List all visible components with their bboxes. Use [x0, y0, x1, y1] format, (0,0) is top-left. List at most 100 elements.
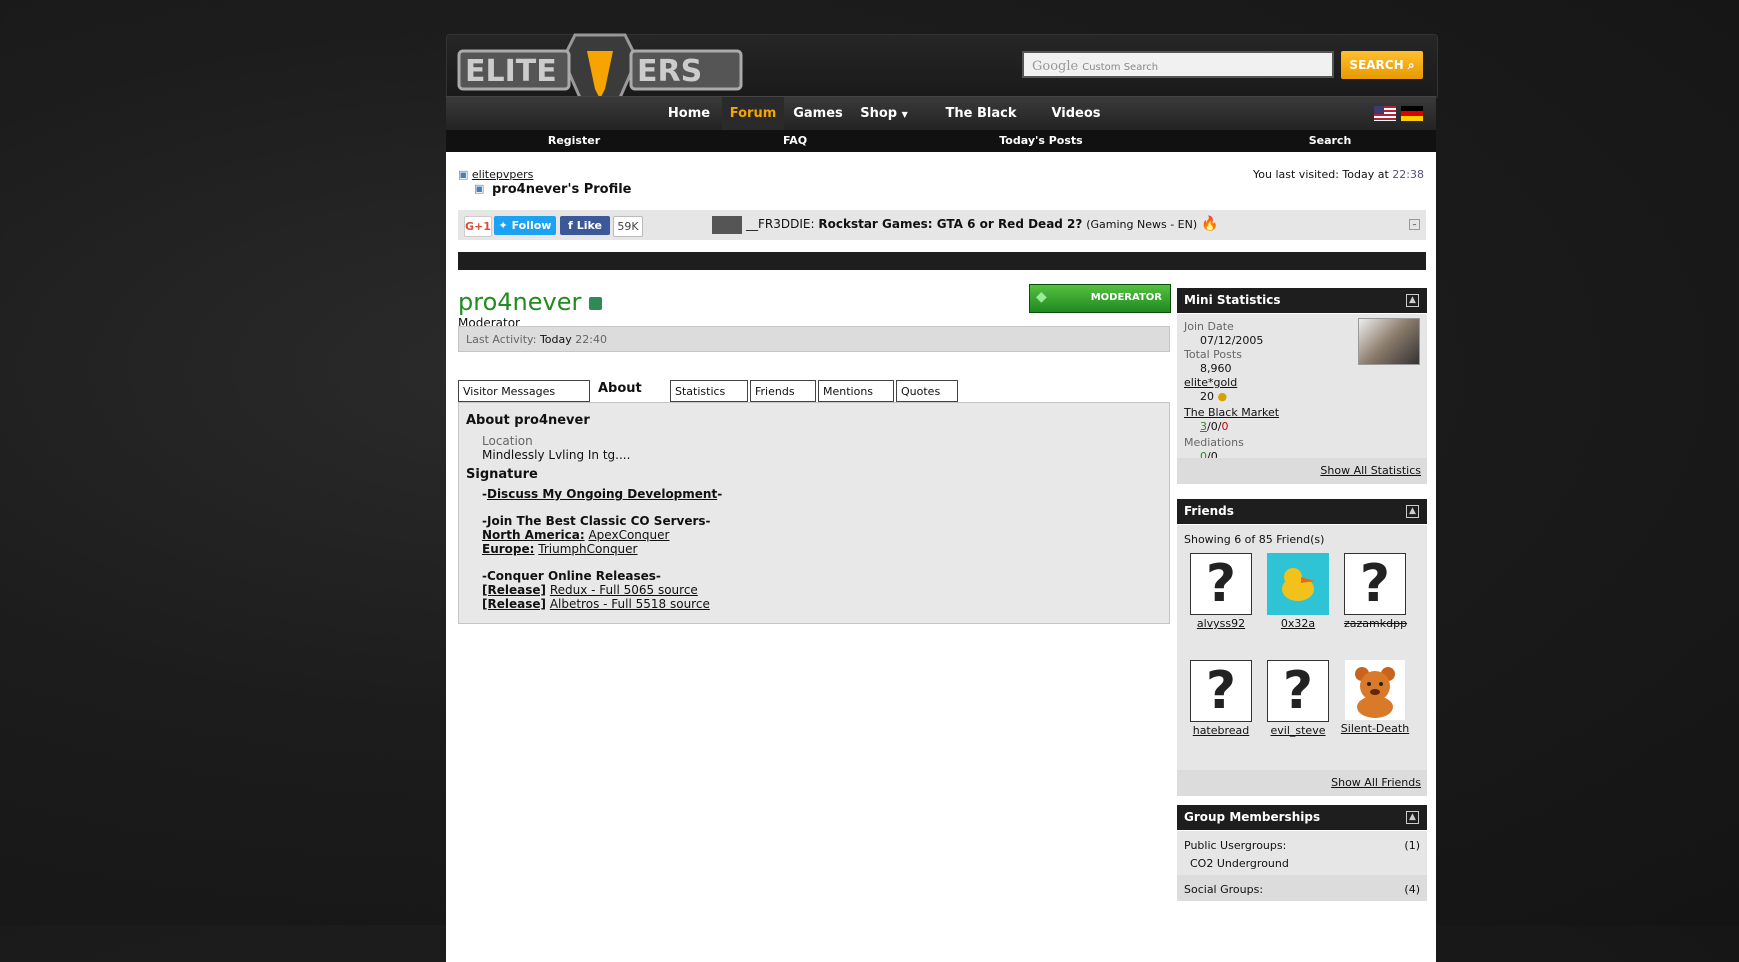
sig-na-link[interactable]: ApexConquer [588, 528, 669, 542]
separator-bar [458, 252, 1426, 270]
nav-videos[interactable]: Videos [1046, 97, 1106, 131]
mini-stats-title: Mini Statistics [1184, 293, 1281, 307]
badge-logo-icon: ◆ [1036, 289, 1047, 305]
about-heading: About pro4never [466, 413, 590, 428]
tab-statistics[interactable]: Statistics [670, 380, 748, 402]
sig-eu-link[interactable]: TriumphConquer [538, 542, 637, 556]
friend-item[interactable]: ? evil_steve [1267, 660, 1329, 737]
nav-home[interactable]: Home [662, 97, 716, 131]
friend-name[interactable]: 0x32a [1281, 617, 1315, 630]
default-avatar-icon: ? [1267, 660, 1329, 722]
elite-gold-value: 20 ● [1184, 390, 1279, 404]
collapse-icon[interactable]: – [1409, 219, 1420, 230]
release-tag[interactable]: [Release] [482, 597, 546, 611]
friend-item[interactable]: Silent-Death [1337, 660, 1413, 735]
friend-item[interactable]: ? alvyss92 [1190, 553, 1252, 630]
page-wrapper: ELITE ERS Google Custom Search SEARCH ⌕ H… [446, 33, 1438, 962]
sig-eu-label[interactable]: Europe: [482, 542, 534, 556]
subnav-todays-posts[interactable]: Today's Posts [986, 130, 1096, 152]
google-plus-button[interactable]: G+1 [464, 216, 492, 237]
coin-icon: ● [1217, 390, 1228, 403]
nav-black-market[interactable]: The Black Market [920, 97, 1042, 155]
elite-gold-link[interactable]: elite*gold [1184, 376, 1279, 390]
release-1-link[interactable]: Redux - Full 5065 source [550, 583, 698, 597]
sig-dev-link[interactable]: Discuss My Ongoing Development [487, 487, 717, 501]
friend-avatar [1267, 553, 1329, 615]
collapse-icon[interactable]: ▲ [1406, 294, 1419, 307]
friends-footer: Show All Friends [1177, 770, 1427, 796]
profile-avatar[interactable] [1358, 318, 1420, 365]
tab-quotes[interactable]: Quotes [896, 380, 958, 402]
friend-name[interactable]: zazamkdpp [1344, 617, 1407, 630]
friend-name[interactable]: hatebread [1193, 724, 1250, 737]
release-2[interactable]: [Release] Albetros - Full 5518 source [482, 597, 1162, 611]
friend-name[interactable]: evil_steve [1271, 724, 1326, 737]
friend-item[interactable]: 0x32a [1267, 553, 1329, 630]
twitter-follow-button[interactable]: ✦ Follow [494, 216, 556, 235]
google-brand: Google [1032, 59, 1079, 74]
duck-avatar-icon [1282, 568, 1315, 601]
subnav-search[interactable]: Search [1300, 130, 1360, 152]
sig-na-label[interactable]: North America: [482, 528, 585, 542]
nav-forum[interactable]: Forum [722, 97, 784, 131]
facebook-icon: f [568, 219, 573, 232]
collapse-icon[interactable]: ▲ [1406, 811, 1419, 824]
collapse-icon[interactable]: ▲ [1406, 505, 1419, 518]
mini-stats-body: Join Date 07/12/2005 Total Posts 8,960 e… [1177, 314, 1427, 484]
sig-releases: -Conquer Online Releases- [482, 569, 661, 583]
activity-label: Last Activity: [466, 333, 537, 346]
search-input[interactable]: Google Custom Search [1022, 51, 1334, 78]
market-positive[interactable]: 3 [1200, 420, 1207, 433]
breadcrumb-root-link[interactable]: elitepvpers [472, 168, 533, 181]
news-thumbnail[interactable] [712, 216, 742, 234]
forum-home-icon: ▣ [458, 168, 469, 181]
nav-games[interactable]: Games [786, 97, 850, 131]
show-all-friends-link[interactable]: Show All Friends [1331, 776, 1421, 789]
friend-item[interactable]: ? hatebread [1190, 660, 1252, 737]
facebook-like-button[interactable]: f Like [560, 216, 610, 235]
news-author: __FR3DDIE: [746, 217, 815, 231]
like-label: Like [576, 219, 602, 232]
follow-label: Follow [511, 219, 552, 232]
friend-name[interactable]: Silent-Death [1341, 722, 1409, 735]
nav-shop[interactable]: Shop ▼ [852, 97, 916, 131]
search-button[interactable]: SEARCH ⌕ [1341, 51, 1423, 79]
friend-item[interactable]: ? zazamkdpp [1344, 553, 1407, 630]
tab-mentions[interactable]: Mentions [818, 380, 894, 402]
de-flag-icon[interactable] [1401, 106, 1423, 121]
black-market-ratings: 3/0/0 [1200, 420, 1229, 433]
groups-title: Group Memberships [1184, 810, 1321, 824]
black-market-link[interactable]: The Black Market [1184, 406, 1279, 420]
gold-amount: 20 [1200, 390, 1214, 403]
signature-heading: Signature [466, 467, 538, 482]
activity-day: Today [539, 333, 572, 346]
friends-body: Showing 6 of 85 Friend(s) ? alvyss92 0x3… [1177, 525, 1427, 796]
profile-username: pro4never [458, 288, 602, 316]
moderator-badge: ◆ MODERATOR [1029, 284, 1171, 313]
location-label: Location [482, 434, 533, 448]
tab-visitor-messages[interactable]: Visitor Messages [458, 380, 590, 402]
breadcrumb-current: ▣ pro4never's Profile [474, 182, 632, 197]
tab-about-me[interactable]: About Me [594, 378, 668, 418]
tab-friends[interactable]: Friends [750, 380, 816, 402]
search-placeholder: Custom Search [1082, 62, 1159, 73]
default-avatar-icon: ? [1190, 553, 1252, 615]
nav-shop-label: Shop [860, 106, 898, 121]
show-all-statistics-link[interactable]: Show All Statistics [1320, 464, 1421, 477]
release-2-link[interactable]: Albetros - Full 5518 source [550, 597, 710, 611]
sig-servers: -Join The Best Classic CO Servers- [482, 514, 711, 528]
social-bar: G+1 ✦ Follow f Like 59K __FR3DDIE: Rocks… [458, 210, 1426, 240]
us-flag-icon[interactable] [1374, 106, 1396, 121]
subnav-register[interactable]: Register [536, 130, 612, 152]
subnav-faq[interactable]: FAQ [770, 130, 820, 152]
friend-name[interactable]: alvyss92 [1197, 617, 1245, 630]
like-count: 59K [613, 216, 643, 237]
release-1[interactable]: [Release] Redux - Full 5065 source [482, 583, 1162, 597]
main-navbar: Home Forum Games Shop ▼ The Black Market… [446, 96, 1436, 155]
news-ticker[interactable]: __FR3DDIE: Rockstar Games: GTA 6 or Red … [746, 216, 1218, 232]
online-status-icon [588, 296, 602, 310]
sig-eu-line: Europe: TriumphConquer [482, 542, 1162, 556]
site-header: ELITE ERS Google Custom Search SEARCH ⌕ [446, 33, 1438, 123]
friends-showing: Showing 6 of 85 Friend(s) [1184, 533, 1325, 546]
release-tag[interactable]: [Release] [482, 583, 546, 597]
